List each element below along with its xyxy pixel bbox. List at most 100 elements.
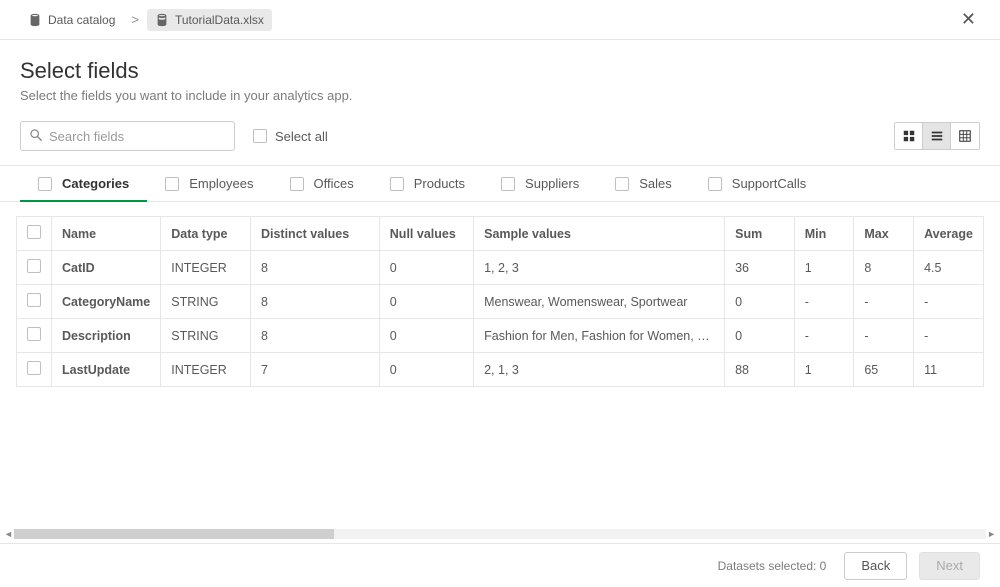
tab-label: Employees [189,176,253,191]
select-all[interactable]: Select all [253,129,328,144]
tab-label: Offices [314,176,354,191]
breadcrumb-current[interactable]: TutorialData.xlsx [147,9,272,31]
row-checkbox[interactable] [27,293,41,307]
cell-null: 0 [379,285,473,319]
cell-sum: 88 [725,353,795,387]
cell-sample: Fashion for Men, Fashion for Women, Spor… [474,319,725,353]
column-header-max[interactable]: Max [854,217,914,251]
breadcrumb-current-label: TutorialData.xlsx [175,13,264,27]
tab-offices[interactable]: Offices [272,166,372,201]
fields-table: Name Data type Distinct values Null valu… [16,216,984,387]
row-checkbox-cell [17,319,52,353]
view-list-button[interactable] [923,123,951,149]
tab-label: Products [414,176,465,191]
cell-max: - [854,285,914,319]
tab-label: Sales [639,176,672,191]
tab-checkbox[interactable] [38,177,52,191]
table-row[interactable]: CatIDINTEGER801, 2, 336184.5 [17,251,984,285]
back-button[interactable]: Back [844,552,907,580]
page-subtitle: Select the fields you want to include in… [20,88,980,103]
column-header-min[interactable]: Min [794,217,854,251]
cell-sample: 1, 2, 3 [474,251,725,285]
search-box[interactable] [20,121,235,151]
tab-sales[interactable]: Sales [597,166,690,201]
cell-distinct: 8 [250,319,379,353]
breadcrumb-root[interactable]: Data catalog [20,9,123,31]
column-header-null[interactable]: Null values [379,217,473,251]
header-checkbox-cell [17,217,52,251]
cell-name: LastUpdate [52,353,161,387]
tab-suppliers[interactable]: Suppliers [483,166,597,201]
cell-max: 8 [854,251,914,285]
table-row[interactable]: DescriptionSTRING80Fashion for Men, Fash… [17,319,984,353]
row-checkbox[interactable] [27,327,41,341]
column-header-avg[interactable]: Average [914,217,984,251]
toolbar: Select all [0,115,1000,165]
table-header-row: Name Data type Distinct values Null valu… [17,217,984,251]
cell-sample: 2, 1, 3 [474,353,725,387]
cell-avg: - [914,285,984,319]
tabs-container: Categories Employees Offices Products Su… [0,165,1000,202]
database-icon [155,13,169,27]
breadcrumb-separator: > [131,12,139,27]
row-checkbox[interactable] [27,361,41,375]
row-checkbox[interactable] [27,259,41,273]
datasets-selected-status: Datasets selected: 0 [718,559,827,573]
cell-sum: 0 [725,319,795,353]
tab-checkbox[interactable] [165,177,179,191]
scroll-left-icon[interactable]: ◄ [4,529,13,539]
column-header-distinct[interactable]: Distinct values [250,217,379,251]
tab-label: SupportCalls [732,176,806,191]
tab-categories[interactable]: Categories [20,166,147,201]
tab-employees[interactable]: Employees [147,166,271,201]
cell-avg: 11 [914,353,984,387]
cell-null: 0 [379,251,473,285]
column-header-sum[interactable]: Sum [725,217,795,251]
tab-checkbox[interactable] [615,177,629,191]
footer: Datasets selected: 0 Back Next [0,543,1000,587]
view-table-button[interactable] [951,123,979,149]
cell-type: INTEGER [161,251,251,285]
close-icon[interactable]: ✕ [957,5,980,34]
cell-sum: 0 [725,285,795,319]
search-input[interactable] [49,129,226,144]
cell-distinct: 8 [250,251,379,285]
cell-sample: Menswear, Womenswear, Sportwear [474,285,725,319]
cell-sum: 36 [725,251,795,285]
cell-max: 65 [854,353,914,387]
breadcrumb-root-label: Data catalog [48,13,115,27]
table-row[interactable]: CategoryNameSTRING80Menswear, Womenswear… [17,285,984,319]
select-all-checkbox[interactable] [253,129,267,143]
scrollbar-thumb[interactable] [14,529,334,539]
tab-supportcalls[interactable]: SupportCalls [690,166,824,201]
page-header: Select fields Select the fields you want… [0,40,1000,115]
tab-checkbox[interactable] [390,177,404,191]
column-header-name[interactable]: Name [52,217,161,251]
cell-null: 0 [379,319,473,353]
cell-distinct: 8 [250,285,379,319]
horizontal-scrollbar[interactable]: ◄ ► [14,529,986,539]
tab-checkbox[interactable] [708,177,722,191]
catalog-icon [28,13,42,27]
cell-avg: 4.5 [914,251,984,285]
cell-type: STRING [161,285,251,319]
cell-min: 1 [794,353,854,387]
view-grid-button[interactable] [895,123,923,149]
row-checkbox-cell [17,285,52,319]
select-all-label: Select all [275,129,328,144]
tab-checkbox[interactable] [290,177,304,191]
cell-name: CategoryName [52,285,161,319]
column-header-sample[interactable]: Sample values [474,217,725,251]
header-checkbox[interactable] [27,225,41,239]
cell-distinct: 7 [250,353,379,387]
column-header-type[interactable]: Data type [161,217,251,251]
row-checkbox-cell [17,353,52,387]
tab-label: Suppliers [525,176,579,191]
cell-name: CatID [52,251,161,285]
page-title: Select fields [20,58,980,84]
tab-checkbox[interactable] [501,177,515,191]
next-button[interactable]: Next [919,552,980,580]
scroll-right-icon[interactable]: ► [987,529,996,539]
table-row[interactable]: LastUpdateINTEGER702, 1, 38816511 [17,353,984,387]
tab-products[interactable]: Products [372,166,483,201]
